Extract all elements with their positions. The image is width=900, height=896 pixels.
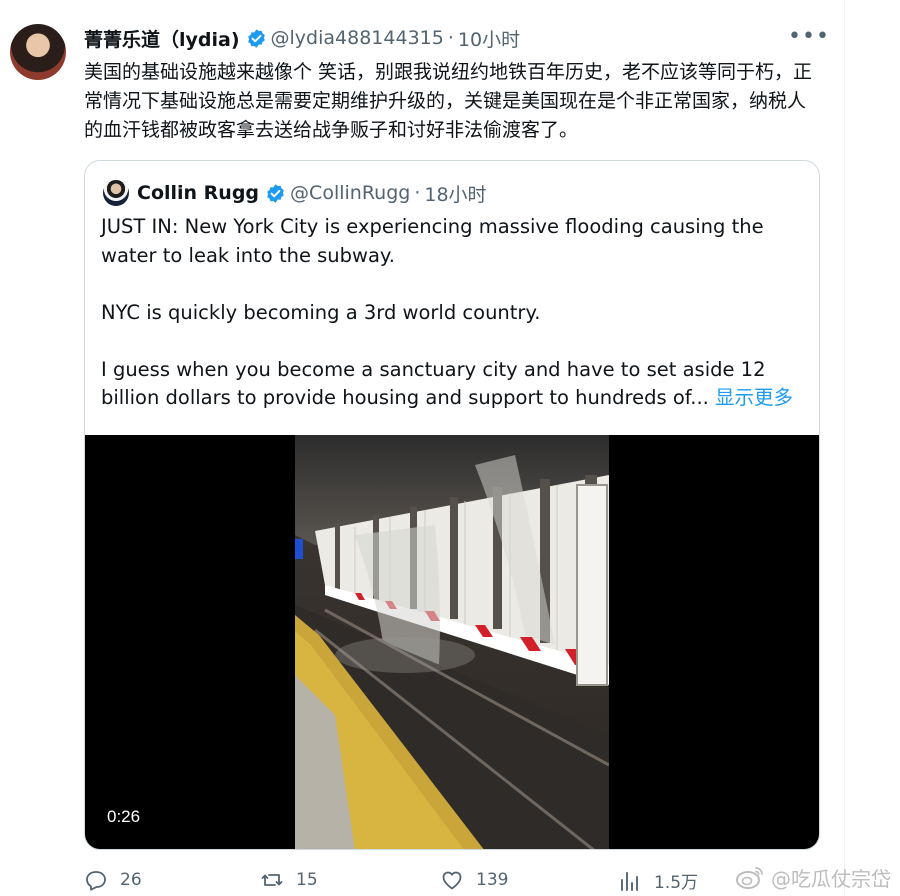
retweet-count: 15	[296, 870, 318, 890]
retweet-icon	[261, 874, 283, 886]
like-button[interactable]: 139	[440, 868, 508, 892]
reply-count: 26	[120, 870, 142, 890]
action-bar: 26 15 139 1.5万	[84, 868, 844, 896]
verified-badge-icon	[247, 28, 265, 48]
tweet-header: 菁菁乐道（lydia) @lydia488144315 · 10小时	[84, 24, 520, 52]
weibo-icon	[736, 867, 763, 889]
video-frame-subway-flooding	[295, 435, 609, 849]
video-duration: 0:26	[107, 807, 141, 826]
quoted-author-handle[interactable]: @CollinRugg	[290, 182, 410, 204]
watermark-text: @吃瓜仗宗岱	[771, 866, 891, 891]
video-player[interactable]: 0:26	[85, 435, 819, 849]
show-more-link[interactable]: 显示更多	[715, 386, 793, 409]
watermark: @吃瓜仗宗岱	[735, 860, 891, 894]
quoted-avatar[interactable]	[103, 180, 129, 206]
quoted-paragraph-text: I guess when you become a sanctuary city…	[101, 357, 766, 410]
separator-dot: ·	[414, 182, 421, 204]
views-button[interactable]: 1.5万	[618, 868, 698, 893]
more-icon[interactable]: •••	[788, 26, 829, 52]
retweet-button[interactable]: 15	[260, 868, 318, 892]
views-icon	[621, 871, 638, 891]
avatar[interactable]	[10, 24, 66, 80]
separator-dot: ·	[447, 27, 454, 49]
quoted-tweet[interactable]: Collin Rugg @CollinRugg · 18小时 JUST IN: …	[84, 160, 820, 850]
quoted-paragraph: I guess when you become a sanctuary city…	[101, 356, 807, 413]
reply-icon	[86, 871, 106, 891]
quoted-paragraph: NYC is quickly becoming a 3rd world coun…	[101, 300, 541, 324]
tweet: 菁菁乐道（lydia) @lydia488144315 · 10小时 ••• 美…	[0, 0, 891, 896]
like-icon	[442, 871, 462, 890]
quoted-timestamp[interactable]: 18小时	[424, 180, 486, 207]
reply-button[interactable]: 26	[84, 868, 142, 892]
author-handle[interactable]: @lydia488144315	[271, 27, 444, 49]
views-count: 1.5万	[654, 873, 699, 893]
quoted-tweet-header: Collin Rugg @CollinRugg · 18小时	[103, 179, 487, 207]
verified-badge-icon	[267, 183, 284, 203]
quoted-paragraph: JUST IN: New York City is experiencing m…	[101, 215, 764, 267]
quoted-tweet-text: JUST IN: New York City is experiencing m…	[101, 213, 807, 413]
like-count: 139	[476, 870, 509, 890]
tweet-text: 美国的基础设施越来越像个 笑话，别跟我说纽约地铁百年历史，老不应该等同于朽，正常…	[84, 61, 813, 141]
timestamp[interactable]: 10小时	[458, 25, 520, 52]
quoted-author-name[interactable]: Collin Rugg	[137, 182, 259, 204]
author-name[interactable]: 菁菁乐道（lydia)	[84, 25, 240, 52]
